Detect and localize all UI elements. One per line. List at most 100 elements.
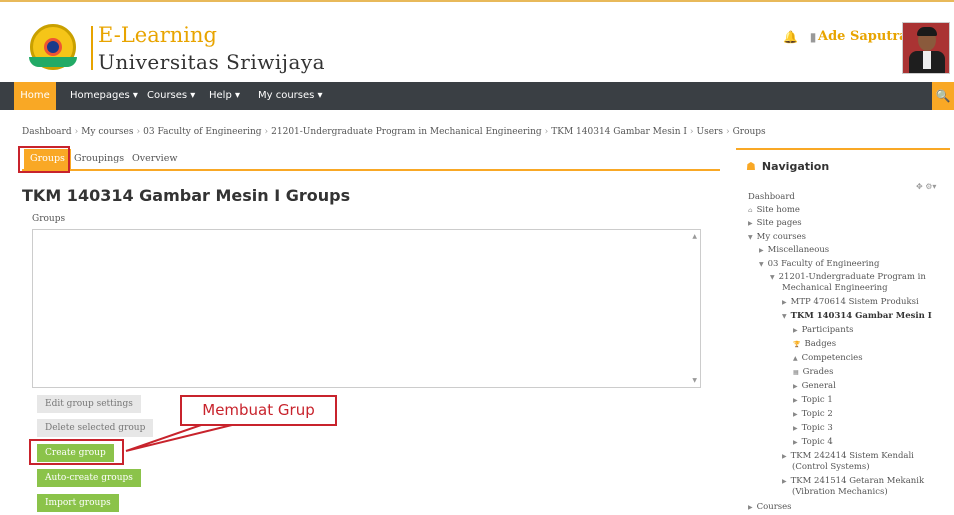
avatar-hair — [917, 27, 937, 36]
avatar-shirt — [923, 51, 931, 69]
caret-right-icon: ▶ — [782, 478, 787, 485]
university-logo[interactable] — [29, 24, 77, 70]
nav-tree-topic-2[interactable]: ▶ Topic 2 — [793, 409, 833, 420]
avatar[interactable] — [902, 22, 950, 74]
nav-tree-competencies[interactable]: ▲ Competencies — [793, 353, 863, 364]
nav-tree-label: My courses — [756, 232, 807, 242]
user-name[interactable]: Ade Saputra — [818, 29, 908, 44]
nav-tree-badges[interactable]: 🏆 Badges — [793, 339, 836, 350]
nav-tree-site-pages[interactable]: ▶ Site pages — [748, 218, 802, 229]
breadcrumb-my-courses[interactable]: My courses — [81, 127, 133, 137]
nav-tree-tkm-242414[interactable]: ▶ TKM 242414 Sistem Kendali — [782, 451, 914, 462]
caret-right-icon: ▶ — [748, 504, 753, 511]
nav-tree-label: Badges — [804, 339, 837, 349]
nav-tree-tkm-140314[interactable]: ▼ TKM 140314 Gambar Mesin I — [782, 311, 932, 322]
caret-right-icon: ▶ — [793, 425, 798, 432]
breadcrumb: Dashboard › My courses › 03 Faculty of Engin… — [22, 127, 766, 137]
nav-tree-miscellaneous[interactable]: ▶ Miscellaneous — [759, 245, 829, 256]
competency-icon: ▲ — [793, 355, 798, 362]
search-icon[interactable]: 🔍 — [932, 82, 954, 110]
nav-tree-tkm-242414-line2[interactable]: (Control Systems) — [792, 462, 870, 472]
scroll-up-icon[interactable]: ▲ — [692, 233, 697, 240]
site-header: E-Learning Universitas Sriwijaya 🔔 ▮ Ade… — [0, 6, 954, 82]
breadcrumb-dashboard[interactable]: Dashboard — [22, 127, 72, 137]
brand-divider — [91, 26, 93, 70]
nav-tree-label: Site home — [756, 205, 800, 215]
user-menu[interactable]: Ade Saputra▾ — [818, 29, 914, 44]
nav-tree-label: Topic 1 — [801, 395, 833, 405]
nav-tree-faculty[interactable]: ▼ 03 Faculty of Engineering — [759, 259, 879, 270]
breadcrumb-faculty[interactable]: 03 Faculty of Engineering — [143, 127, 261, 137]
nav-tree-label: Site pages — [756, 218, 802, 228]
tab-highlight-box — [18, 146, 70, 173]
brand-title[interactable]: E-Learning — [98, 23, 217, 47]
home-icon: ⌂ — [748, 207, 753, 214]
nav-tree-label: Topic 2 — [801, 409, 833, 419]
caret-right-icon: ▶ — [782, 453, 787, 460]
nav-tree-tkm-241514[interactable]: ▶ TKM 241514 Getaran Mekanik — [782, 476, 924, 487]
nav-tree-topic-4[interactable]: ▶ Topic 4 — [793, 437, 833, 448]
nav-tree-mtp-470614[interactable]: ▶ MTP 470614 Sistem Produksi — [782, 297, 919, 308]
nav-tree-label: Topic 3 — [801, 423, 833, 433]
nav-tree-participants[interactable]: ▶ Participants — [793, 325, 853, 336]
nav-tree-label: TKM 241514 Getaran Mekanik — [790, 476, 925, 486]
breadcrumb-separator: › — [74, 127, 79, 137]
tab-groupings[interactable]: Groupings — [74, 149, 124, 169]
groups-label: Groups — [32, 214, 66, 224]
caret-right-icon: ▶ — [793, 411, 798, 418]
breadcrumb-separator: › — [264, 127, 269, 137]
breadcrumb-separator: › — [136, 127, 141, 137]
nav-homepages[interactable]: Homepages ▾ — [70, 82, 138, 110]
nav-home[interactable]: Home — [14, 82, 56, 110]
nav-tree-grades[interactable]: ▦ Grades — [793, 367, 833, 378]
nav-tree-label: TKM 140314 Gambar Mesin I — [790, 311, 932, 321]
notification-bell-icon[interactable]: 🔔 — [783, 30, 798, 44]
table-icon: ▦ — [793, 369, 799, 376]
delete-selected-group-button[interactable]: Delete selected group — [37, 419, 154, 437]
main-navbar: Home Homepages ▾ Courses ▾ Help ▾ My cou… — [0, 82, 954, 110]
breadcrumb-separator: › — [725, 127, 730, 137]
nav-tree-my-courses[interactable]: ▼ My courses — [748, 232, 806, 243]
nav-tree-general[interactable]: ▶ General — [793, 381, 836, 392]
caret-down-icon: ▼ — [759, 261, 764, 268]
top-accent-line — [0, 0, 954, 4]
auto-create-groups-button[interactable]: Auto-create groups — [37, 469, 141, 487]
breadcrumb-program[interactable]: 21201-Undergraduate Program in Mechanica… — [271, 127, 542, 137]
nav-tree-label: MTP 470614 Sistem Produksi — [790, 297, 919, 307]
brand-subtitle[interactable]: Universitas Sriwijaya — [98, 50, 325, 74]
nav-tree-label: Miscellaneous — [767, 245, 830, 255]
nav-help[interactable]: Help ▾ — [209, 82, 240, 110]
nav-tree-dashboard[interactable]: Dashboard — [748, 192, 795, 202]
caret-down-icon: ▼ — [782, 313, 787, 320]
import-groups-button[interactable]: Import groups — [37, 494, 119, 512]
nav-tree-topic-3[interactable]: ▶ Topic 3 — [793, 423, 833, 434]
messages-icon[interactable]: ▮ — [810, 30, 817, 44]
annotation-callout: Membuat Grup — [180, 395, 337, 426]
nav-courses[interactable]: Courses ▾ — [147, 82, 195, 110]
nav-tree-label: Participants — [801, 325, 854, 335]
nav-tree-tkm-241514-line2[interactable]: (Vibration Mechanics) — [792, 487, 888, 497]
caret-right-icon: ▶ — [759, 247, 764, 254]
nav-tree-program[interactable]: ▼ 21201-Undergraduate Program in — [770, 272, 926, 283]
nav-tree-label: Courses — [756, 502, 792, 512]
create-group-highlight-box — [29, 439, 124, 465]
caret-right-icon: ▶ — [793, 383, 798, 390]
nav-tree-courses[interactable]: ▶ Courses — [748, 502, 792, 513]
nav-tree-site-home[interactable]: ⌂ Site home — [748, 205, 800, 216]
group-tabs: Groups Groupings Overview — [22, 149, 720, 171]
groups-listbox[interactable]: ▲ ▼ — [32, 229, 701, 388]
caret-right-icon: ▶ — [748, 220, 753, 227]
nav-tree-label: Topic 4 — [801, 437, 833, 447]
edit-group-settings-button[interactable]: Edit group settings — [37, 395, 141, 413]
tab-overview[interactable]: Overview — [132, 149, 177, 169]
breadcrumb-course[interactable]: TKM 140314 Gambar Mesin I — [551, 127, 687, 137]
page-title: TKM 140314 Gambar Mesin I Groups — [22, 186, 351, 205]
scroll-down-icon[interactable]: ▼ — [692, 377, 697, 384]
nav-tree-topic-1[interactable]: ▶ Topic 1 — [793, 395, 833, 406]
breadcrumb-users[interactable]: Users — [697, 127, 723, 137]
trophy-icon: 🏆 — [793, 341, 801, 348]
caret-down-icon: ▼ — [748, 234, 753, 241]
nav-tree-program-line2[interactable]: Mechanical Engineering — [782, 283, 888, 293]
navigation-tree: Dashboard ⌂ Site home ▶ Site pages ▼ My cou… — [736, 150, 950, 515]
nav-my-courses[interactable]: My courses ▾ — [258, 82, 323, 110]
